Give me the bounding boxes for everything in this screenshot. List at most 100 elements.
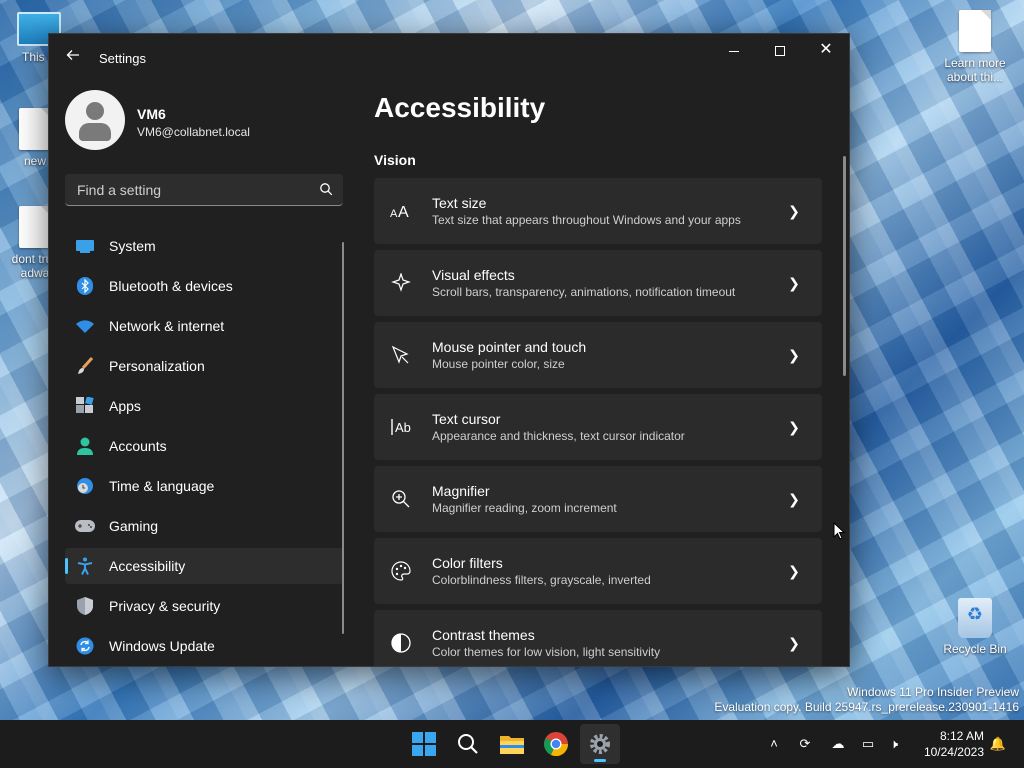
- sidebar-item-personalization[interactable]: Personalization: [65, 348, 343, 384]
- maximize-button[interactable]: [757, 34, 803, 66]
- brush-icon: [75, 356, 95, 376]
- sidebar-item-gaming[interactable]: Gaming: [65, 508, 343, 544]
- contrast-icon: [390, 632, 412, 654]
- search-icon[interactable]: [319, 182, 333, 196]
- sidebar-item-label: Bluetooth & devices: [109, 278, 233, 294]
- setting-card-text-cursor[interactable]: Ab Text cursor Appearance and thickness,…: [374, 394, 822, 460]
- profile-email: VM6@collabnet.local: [137, 125, 250, 139]
- file-explorer-button[interactable]: [492, 724, 532, 764]
- app-title: Settings: [99, 51, 146, 66]
- shortcut-document-icon: [19, 206, 51, 248]
- sync-icon[interactable]: ⟳: [795, 734, 815, 754]
- palette-icon: [390, 560, 412, 582]
- taskbar: ˄ ⟳ ☁ ▭ 🕨 8:12 AM 10/24/2023 🔔: [0, 720, 1024, 768]
- minimize-icon: [729, 50, 739, 52]
- desktop-icon-label: Recycle Bin: [943, 642, 1007, 656]
- desktop-icon-recycle-bin[interactable]: Recycle Bin: [938, 598, 1012, 656]
- chrome-icon: [544, 732, 568, 756]
- sidebar-nav: System Bluetooth & devices Network & int…: [65, 228, 343, 666]
- settings-window: Settings ✕ VM6 VM6@collabnet.local Syste…: [48, 33, 850, 667]
- setting-card-subtitle: Mouse pointer color, size: [432, 357, 565, 371]
- title-bar[interactable]: Settings ✕: [49, 34, 849, 82]
- recycle-bin-icon: [958, 598, 992, 638]
- sidebar-item-label: Personalization: [109, 358, 205, 374]
- watermark-line-1: Windows 11 Pro Insider Preview: [847, 685, 1019, 699]
- setting-card-title: Visual effects: [432, 267, 515, 283]
- sidebar-item-system[interactable]: System: [65, 228, 343, 264]
- chevron-up-icon[interactable]: ˄: [764, 734, 784, 754]
- network-icon[interactable]: ▭: [858, 734, 878, 754]
- text-cursor-icon: Ab: [390, 416, 412, 438]
- chevron-right-icon: ❯: [788, 562, 800, 579]
- wifi-icon: [75, 316, 95, 336]
- sidebar-item-accounts[interactable]: Accounts: [65, 428, 343, 464]
- close-button[interactable]: ✕: [803, 34, 849, 66]
- avatar[interactable]: [65, 90, 125, 150]
- volume-muted-icon[interactable]: 🕨: [884, 734, 904, 754]
- clock[interactable]: 8:12 AM 10/24/2023: [912, 728, 984, 760]
- sidebar-item-time-language[interactable]: Time & language: [65, 468, 343, 504]
- setting-card-magnifier[interactable]: Magnifier Magnifier reading, zoom increm…: [374, 466, 822, 532]
- sidebar-item-label: System: [109, 238, 156, 254]
- svg-text:A: A: [398, 204, 409, 219]
- setting-card-mouse-pointer[interactable]: Mouse pointer and touch Mouse pointer co…: [374, 322, 822, 388]
- search-input[interactable]: [75, 174, 309, 206]
- sidebar-item-bluetooth[interactable]: Bluetooth & devices: [65, 268, 343, 304]
- chevron-right-icon: ❯: [788, 346, 800, 363]
- arrow-left-icon: [66, 50, 79, 60]
- update-icon: [75, 636, 95, 656]
- chevron-right-icon: ❯: [788, 418, 800, 435]
- avatar-torso: [79, 123, 111, 141]
- minimize-button[interactable]: [711, 34, 757, 66]
- text-size-icon: AA: [390, 200, 412, 222]
- desktop-icon-learn-more[interactable]: Learn more about thi...: [938, 10, 1012, 84]
- pointer-icon: [390, 344, 412, 366]
- clock-date: 10/24/2023: [923, 745, 984, 759]
- chrome-button[interactable]: [536, 724, 576, 764]
- sidebar-item-network[interactable]: Network & internet: [65, 308, 343, 344]
- sidebar-item-windows-update[interactable]: Windows Update: [65, 628, 343, 664]
- setting-card-title: Mouse pointer and touch: [432, 339, 587, 355]
- sidebar-item-label: Privacy & security: [109, 598, 221, 614]
- setting-card-text-size[interactable]: AA Text size Text size that appears thro…: [374, 178, 822, 244]
- start-button[interactable]: [404, 724, 444, 764]
- sidebar-item-apps[interactable]: Apps: [65, 388, 343, 424]
- bluetooth-icon: [75, 276, 95, 296]
- notification-icon[interactable]: 🔔: [988, 734, 1008, 754]
- setting-card-title: Text cursor: [432, 411, 501, 427]
- accessibility-icon: [75, 556, 95, 576]
- maximize-icon: [775, 46, 785, 57]
- document-icon: [959, 10, 991, 52]
- setting-card-color-filters[interactable]: Color filters Colorblindness filters, gr…: [374, 538, 822, 604]
- chevron-right-icon: ❯: [788, 274, 800, 291]
- magnifier-icon: [390, 488, 412, 510]
- person-icon: [75, 436, 95, 456]
- setting-card-contrast-themes[interactable]: Contrast themes Color themes for low vis…: [374, 610, 822, 666]
- content-scrollbar[interactable]: [843, 156, 846, 376]
- search-box[interactable]: [65, 174, 343, 206]
- section-title: Vision: [374, 152, 416, 168]
- taskbar-search-button[interactable]: [448, 724, 488, 764]
- sidebar-item-label: Time & language: [109, 478, 215, 494]
- sidebar-item-label: Network & internet: [109, 318, 225, 334]
- sidebar-scrollbar[interactable]: [342, 242, 344, 634]
- file-explorer-icon: [500, 736, 524, 754]
- sidebar-item-label: Apps: [109, 398, 141, 414]
- sidebar-item-privacy[interactable]: Privacy & security: [65, 588, 343, 624]
- setting-card-title: Text size: [432, 195, 487, 211]
- sidebar-item-accessibility[interactable]: Accessibility: [65, 548, 343, 584]
- clock-globe-icon: [75, 476, 95, 496]
- settings-taskbar-button[interactable]: [580, 724, 620, 764]
- sidebar-item-label: Accounts: [109, 438, 167, 454]
- chevron-right-icon: ❯: [788, 490, 800, 507]
- onedrive-icon[interactable]: ☁: [828, 734, 848, 754]
- setting-card-visual-effects[interactable]: Visual effects Scroll bars, transparency…: [374, 250, 822, 316]
- sidebar-item-label: Windows Update: [109, 638, 215, 654]
- setting-card-title: Magnifier: [432, 483, 490, 499]
- setting-card-subtitle: Magnifier reading, zoom increment: [432, 501, 617, 515]
- back-button[interactable]: [63, 48, 83, 68]
- settings-list: AA Text size Text size that appears thro…: [374, 178, 822, 666]
- apps-icon: [75, 396, 95, 416]
- sidebar-item-label: Gaming: [109, 518, 159, 534]
- sparkle-icon: [390, 272, 412, 294]
